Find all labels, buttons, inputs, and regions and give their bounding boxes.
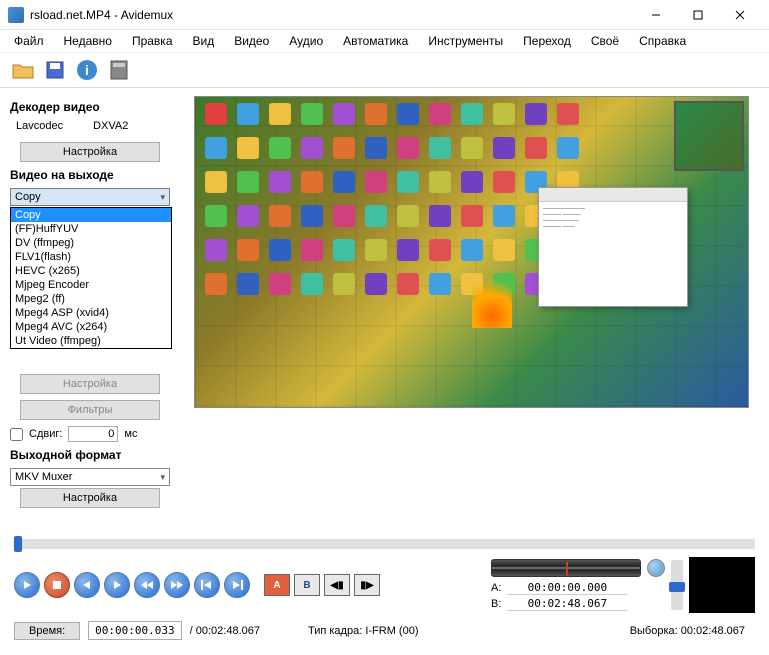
- stop-button[interactable]: [44, 572, 70, 598]
- menu-file[interactable]: Файл: [6, 32, 52, 50]
- codec-option[interactable]: Copy: [11, 208, 171, 222]
- mark-b-button[interactable]: B: [294, 574, 320, 596]
- codec-option[interactable]: Mpeg4 AVC (x264): [11, 320, 171, 334]
- menubar: Файл Недавно Правка Вид Видео Аудио Авто…: [0, 30, 769, 52]
- fire-overlay: [472, 268, 512, 328]
- shift-input[interactable]: [68, 426, 118, 442]
- volume-slider[interactable]: [671, 560, 683, 610]
- menu-edit[interactable]: Правка: [124, 32, 181, 50]
- menu-video[interactable]: Видео: [226, 32, 277, 50]
- codec-option[interactable]: HEVC (x265): [11, 264, 171, 278]
- status-bar: Время: 00:00:00.033 / 00:02:48.067 Тип к…: [0, 619, 769, 644]
- window-title: rsload.net.MP4 - Avidemux: [30, 8, 635, 22]
- output-format-title: Выходной формат: [10, 448, 180, 462]
- video-codec-dropdown: Copy (FF)HuffYUV DV (ffmpeg) FLV1(flash)…: [10, 207, 172, 349]
- menu-auto[interactable]: Автоматика: [335, 32, 416, 50]
- slider-handle[interactable]: [669, 582, 685, 592]
- prev-keyframe-button[interactable]: [134, 572, 160, 598]
- info-icon[interactable]: i: [74, 57, 100, 83]
- selection-label: Выборка:: [630, 625, 678, 637]
- menu-view[interactable]: Вид: [185, 32, 223, 50]
- codec-option[interactable]: DV (ffmpeg): [11, 236, 171, 250]
- toolbar: i: [0, 52, 769, 88]
- next-black-button[interactable]: ▮▶: [354, 574, 380, 596]
- prev-frame-button[interactable]: [74, 572, 100, 598]
- video-codec-value: Copy: [15, 191, 41, 203]
- goto-end-button[interactable]: [224, 572, 250, 598]
- a-label: A:: [491, 582, 501, 594]
- video-codec-select[interactable]: Copy ▾ Copy (FF)HuffYUV DV (ffmpeg) FLV1…: [10, 188, 170, 206]
- codec-option[interactable]: (FF)HuffYUV: [11, 222, 171, 236]
- video-out-title: Видео на выходе: [10, 168, 180, 182]
- goto-start-button[interactable]: [194, 572, 220, 598]
- codec-option[interactable]: Ut Video (ffmpeg): [11, 334, 171, 348]
- decoder-settings-button[interactable]: Настройка: [20, 142, 160, 162]
- chevron-down-icon: ▾: [160, 472, 165, 483]
- codec-option[interactable]: Mpeg2 (ff): [11, 292, 171, 306]
- selection-value: 00:02:48.067: [681, 625, 745, 637]
- b-label: B:: [491, 598, 501, 610]
- time-value-input[interactable]: 00:00:00.033: [88, 621, 181, 640]
- menu-help[interactable]: Справка: [631, 32, 694, 50]
- playback-controls: A B ◀▮ ▮▶ A: 00:00:00.000 B: 00:02:48.067: [0, 551, 769, 619]
- codec-option[interactable]: Mjpeg Encoder: [11, 278, 171, 292]
- save-icon[interactable]: [42, 57, 68, 83]
- b-value: 00:02:48.067: [507, 597, 627, 611]
- decoder-row: Lavcodec DXVA2: [16, 120, 180, 132]
- minimize-button[interactable]: [635, 1, 677, 29]
- sidebar: Декодер видео Lavcodec DXVA2 Настройка В…: [0, 88, 190, 533]
- jog-wheel[interactable]: [491, 559, 641, 577]
- frame-type-label: Тип кадра: I-FRM (00): [308, 625, 419, 637]
- duration-label: / 00:02:48.067: [190, 625, 260, 637]
- next-keyframe-button[interactable]: [164, 572, 190, 598]
- dxva2-label: DXVA2: [93, 120, 128, 132]
- timeline: [0, 533, 769, 551]
- audio-preview: [689, 557, 755, 613]
- menu-recent[interactable]: Недавно: [56, 32, 120, 50]
- close-button[interactable]: [719, 1, 761, 29]
- dialog-overlay: —————————— ———————————— ——: [538, 187, 688, 307]
- muxer-settings-button[interactable]: Настройка: [20, 488, 160, 508]
- video-preview[interactable]: —————————— ———————————— ——: [194, 96, 749, 408]
- timeline-handle[interactable]: [14, 536, 22, 552]
- desktop-icons-overlay: [205, 103, 583, 303]
- next-frame-button[interactable]: [104, 572, 130, 598]
- prev-black-button[interactable]: ◀▮: [324, 574, 350, 596]
- decoder-title: Декодер видео: [10, 100, 180, 114]
- muxer-value: MKV Muxer: [15, 471, 72, 483]
- chevron-down-icon: ▾: [160, 192, 165, 203]
- right-controls: A: 00:00:00.000 B: 00:02:48.067: [491, 557, 755, 613]
- codec-option[interactable]: Mpeg4 ASP (xvid4): [11, 306, 171, 320]
- menu-custom[interactable]: Своё: [583, 32, 627, 50]
- video-settings-button[interactable]: Настройка: [20, 374, 160, 394]
- shift-label: Сдвиг:: [29, 428, 62, 440]
- shift-unit: мс: [124, 428, 137, 440]
- timeline-track[interactable]: [14, 539, 755, 549]
- preview-panel: —————————— ———————————— ——: [190, 88, 769, 533]
- ab-markers: A: 00:00:00.000 B: 00:02:48.067: [491, 581, 665, 611]
- time-label-button[interactable]: Время:: [14, 622, 80, 640]
- filters-button[interactable]: Фильтры: [20, 400, 160, 420]
- shift-row: Сдвиг: мс: [10, 426, 180, 442]
- titlebar: rsload.net.MP4 - Avidemux: [0, 0, 769, 30]
- minimap-overlay: [674, 101, 744, 171]
- svg-text:i: i: [85, 62, 89, 78]
- maximize-button[interactable]: [677, 1, 719, 29]
- open-icon[interactable]: [10, 57, 36, 83]
- a-value: 00:00:00.000: [507, 581, 627, 595]
- main-area: Декодер видео Lavcodec DXVA2 Настройка В…: [0, 88, 769, 533]
- shift-checkbox[interactable]: [10, 428, 23, 441]
- app-icon: [8, 7, 24, 23]
- play-button[interactable]: [14, 572, 40, 598]
- reset-jog-icon[interactable]: [647, 559, 665, 577]
- muxer-select[interactable]: MKV Muxer ▾: [10, 468, 170, 486]
- menu-tools[interactable]: Инструменты: [420, 32, 511, 50]
- lavcodec-label: Lavcodec: [16, 120, 63, 132]
- menu-goto[interactable]: Переход: [515, 32, 579, 50]
- menu-audio[interactable]: Аудио: [281, 32, 331, 50]
- codec-option[interactable]: FLV1(flash): [11, 250, 171, 264]
- mark-a-button[interactable]: A: [264, 574, 290, 596]
- calculator-icon[interactable]: [106, 57, 132, 83]
